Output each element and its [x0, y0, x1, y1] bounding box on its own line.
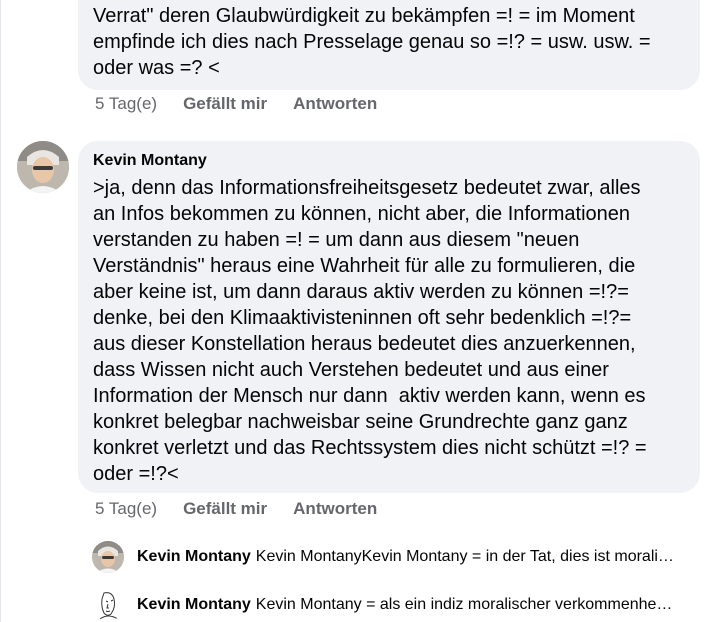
- reply-preview[interactable]: Kevin Montany Kevin Montany = als ein in…: [92, 589, 702, 621]
- reply-snippet: Kevin MontanyKevin Montany = in der Tat,…: [255, 548, 674, 565]
- reply-author[interactable]: Kevin Montany: [137, 548, 251, 566]
- comment-text: Verrat" deren Glaubwürdigkeit zu bekämpf…: [93, 5, 651, 79]
- comment-actions: 5 Tag(e) Gefällt mir Antworten: [95, 93, 377, 115]
- timestamp-link[interactable]: 5 Tag(e): [95, 499, 157, 519]
- comment-bubble: Verrat" deren Glaubwürdigkeit zu bekämpf…: [78, 0, 700, 90]
- avatar[interactable]: [92, 541, 124, 573]
- comment-bubble: Kevin Montany >ja, denn das Informations…: [78, 141, 700, 493]
- reply-button[interactable]: Antworten: [293, 499, 377, 519]
- sketch-face-icon: [92, 589, 124, 621]
- like-button[interactable]: Gefällt mir: [183, 499, 267, 519]
- profile-photo-icon: [92, 541, 124, 573]
- comment-author[interactable]: Kevin Montany: [93, 151, 688, 171]
- timestamp-link[interactable]: 5 Tag(e): [95, 94, 157, 114]
- comment-text: >ja, denn das Informationsfreiheitsgeset…: [93, 177, 647, 485]
- thread-line: [0, 0, 1, 622]
- like-button[interactable]: Gefällt mir: [183, 94, 267, 114]
- reply-author[interactable]: Kevin Montany: [137, 596, 251, 614]
- reply-preview[interactable]: Kevin Montany Kevin MontanyKevin Montany…: [92, 541, 702, 573]
- profile-photo-icon: [17, 141, 69, 193]
- avatar[interactable]: [17, 141, 69, 193]
- reply-button[interactable]: Antworten: [293, 94, 377, 114]
- reply-snippet: Kevin Montany = als ein indiz moralische…: [255, 596, 673, 613]
- avatar[interactable]: [92, 589, 124, 621]
- comment-actions: 5 Tag(e) Gefällt mir Antworten: [95, 498, 377, 520]
